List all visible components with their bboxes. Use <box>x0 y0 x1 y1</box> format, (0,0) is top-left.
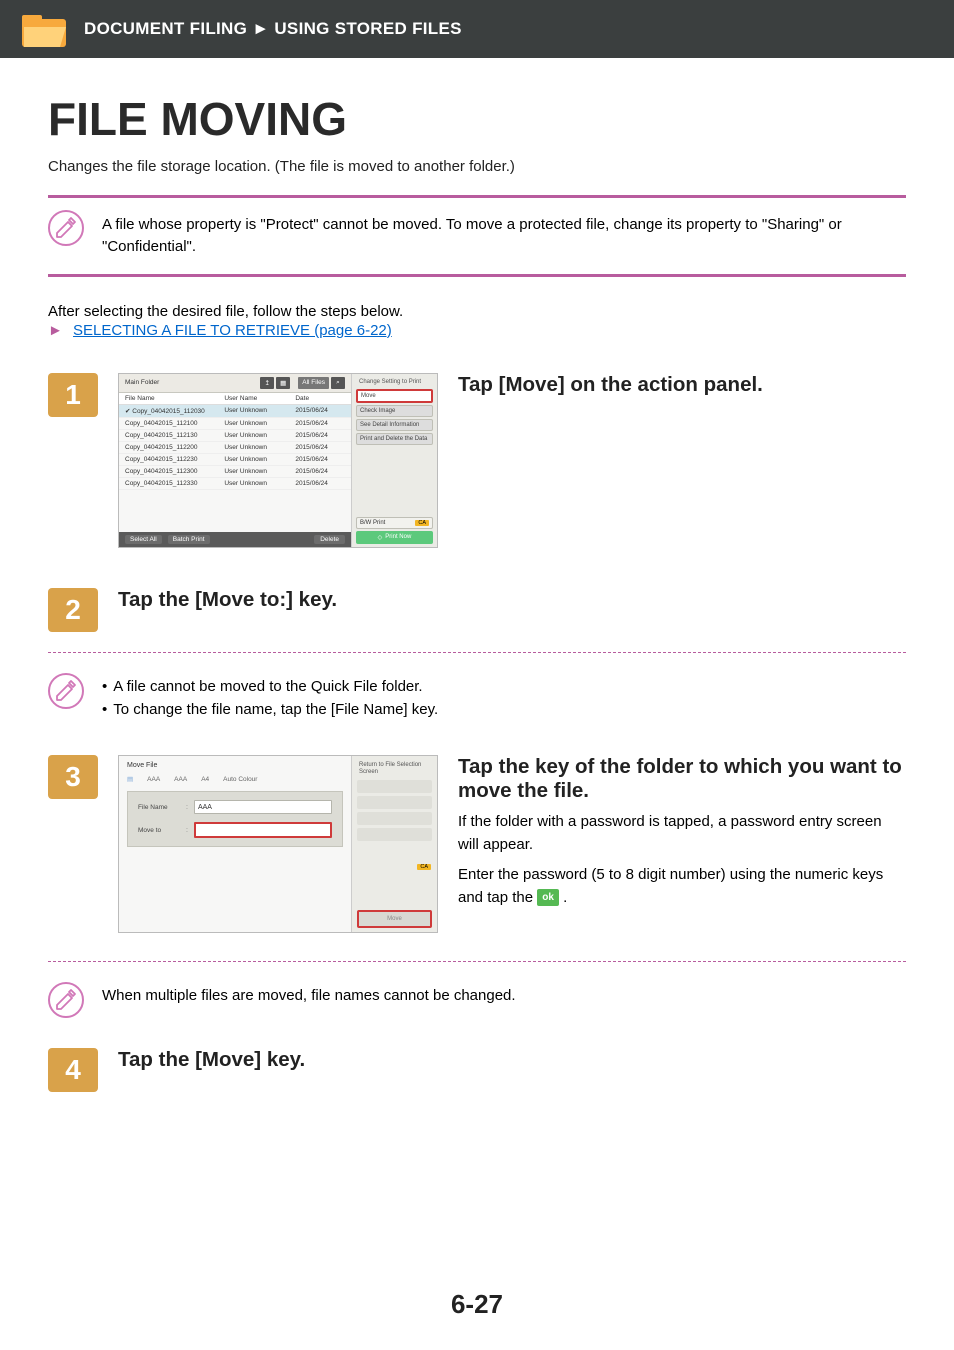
file-row[interactable]: Copy_04042015_112200User Unknown2015/06/… <box>119 442 351 454</box>
check-image-item[interactable]: Check Image <box>356 405 433 417</box>
step-4-heading: Tap the [Move] key. <box>118 1048 906 1072</box>
up-icon[interactable]: ↥ <box>260 377 274 389</box>
shot3-tab-d: Auto Colour <box>223 776 257 783</box>
col-date[interactable]: Date <box>295 395 345 402</box>
protect-note: A file whose property is "Protect" canno… <box>102 210 906 258</box>
step2-note-1: •A file cannot be moved to the Quick Fil… <box>102 675 438 698</box>
file-row[interactable]: Copy_04042015_112300User Unknown2015/06/… <box>119 466 351 478</box>
link-arrow-icon: ► <box>48 322 63 339</box>
step-2-heading: Tap the [Move to:] key. <box>118 588 906 612</box>
grid-icon[interactable]: ▦ <box>276 377 290 389</box>
breadcrumb-separator: ► <box>252 19 269 38</box>
step-1-badge: 1 <box>48 373 98 417</box>
print-now-button[interactable]: ◇ Print Now <box>356 531 433 544</box>
print-now-label: Print Now <box>385 534 411 540</box>
delete-button[interactable]: Delete <box>314 535 345 544</box>
file-row[interactable]: Copy_04042015_112100User Unknown2015/06/… <box>119 418 351 430</box>
side-slot <box>357 780 432 793</box>
page-subtitle: Changes the file storage location. (The … <box>48 158 906 175</box>
bw-print-item[interactable]: B/W Print CA <box>356 517 433 529</box>
step-1-screenshot: Main Folder ↥ ▦ All Files ⌕ File Name Us… <box>118 373 438 548</box>
folder-icon <box>20 9 68 49</box>
side-slot <box>357 828 432 841</box>
ca-badge[interactable]: CA <box>415 520 429 526</box>
move-button[interactable]: Move <box>357 910 432 928</box>
dashed-divider <box>48 652 906 653</box>
ca-badge[interactable]: CA <box>417 864 431 870</box>
step-3-body-1: If the folder with a password is tapped,… <box>458 811 906 856</box>
bw-print-label: B/W Print <box>360 520 385 526</box>
move-to-input[interactable] <box>194 822 332 838</box>
move-item[interactable]: Move <box>356 389 433 403</box>
step-3-badge: 3 <box>48 755 98 799</box>
diamond-icon: ◇ <box>378 534 383 541</box>
file-name-label: File Name <box>138 804 180 811</box>
shot3-tab-a: AAA <box>147 776 160 783</box>
divider <box>48 274 906 277</box>
page-number: 6-27 <box>0 1289 954 1320</box>
all-files-chip[interactable]: All Files <box>298 377 329 389</box>
page-title: FILE MOVING <box>48 92 906 146</box>
file-row[interactable]: Copy_04042015_112330User Unknown2015/06/… <box>119 478 351 490</box>
step-4-badge: 4 <box>48 1048 98 1092</box>
print-delete-item[interactable]: Print and Delete the Data <box>356 433 433 445</box>
shot3-title: Move File <box>127 762 343 769</box>
return-item[interactable]: Return to File Selection Screen <box>357 760 432 777</box>
move-to-label: Move to <box>138 827 180 834</box>
file-row[interactable]: ✔ Copy_04042015_112030User Unknown2015/0… <box>119 405 351 418</box>
file-row[interactable]: Copy_04042015_112130User Unknown2015/06/… <box>119 430 351 442</box>
step-3-screenshot: Move File ▤ AAA AAA A4 Auto Colour File … <box>118 755 438 933</box>
shot3-tab-c: A4 <box>201 776 209 783</box>
col-file-name[interactable]: File Name <box>125 395 224 402</box>
breadcrumb-section: DOCUMENT FILING <box>84 19 247 38</box>
step-1-heading: Tap [Move] on the action panel. <box>458 373 906 397</box>
after-selecting-text: After selecting the desired file, follow… <box>48 303 906 320</box>
multi-file-note: When multiple files are moved, file name… <box>102 984 516 1007</box>
page-icon: ▤ <box>127 775 133 783</box>
note-icon <box>48 982 84 1018</box>
side-slot <box>357 812 432 825</box>
col-user-name[interactable]: User Name <box>224 395 295 402</box>
step-3-body-2: Enter the password (5 to 8 digit number)… <box>458 864 906 909</box>
breadcrumb: DOCUMENT FILING ► USING STORED FILES <box>84 19 462 39</box>
side-slot <box>357 796 432 809</box>
ok-chip: ok <box>537 889 559 906</box>
file-name-input[interactable]: AAA <box>194 800 332 814</box>
step-3-heading: Tap the key of the folder to which you w… <box>458 755 906 803</box>
note-icon <box>48 210 84 246</box>
step-2-badge: 2 <box>48 588 98 632</box>
change-setting-item[interactable]: Change Setting to Print <box>356 377 433 387</box>
file-row[interactable]: Copy_04042015_112230User Unknown2015/06/… <box>119 454 351 466</box>
batch-print-button[interactable]: Batch Print <box>168 535 210 544</box>
header-bar: DOCUMENT FILING ► USING STORED FILES <box>0 0 954 58</box>
selecting-file-link[interactable]: SELECTING A FILE TO RETRIEVE (page 6-22) <box>73 322 392 339</box>
shot1-folder-title: Main Folder <box>125 379 159 386</box>
shot3-tab-b: AAA <box>174 776 187 783</box>
select-all-button[interactable]: Select All <box>125 535 162 544</box>
step2-note-2: •To change the file name, tap the [File … <box>102 698 438 721</box>
dashed-divider <box>48 961 906 962</box>
see-detail-item[interactable]: See Detail Information <box>356 419 433 431</box>
search-icon[interactable]: ⌕ <box>331 377 345 389</box>
breadcrumb-page: USING STORED FILES <box>274 19 461 38</box>
note-icon <box>48 673 84 709</box>
